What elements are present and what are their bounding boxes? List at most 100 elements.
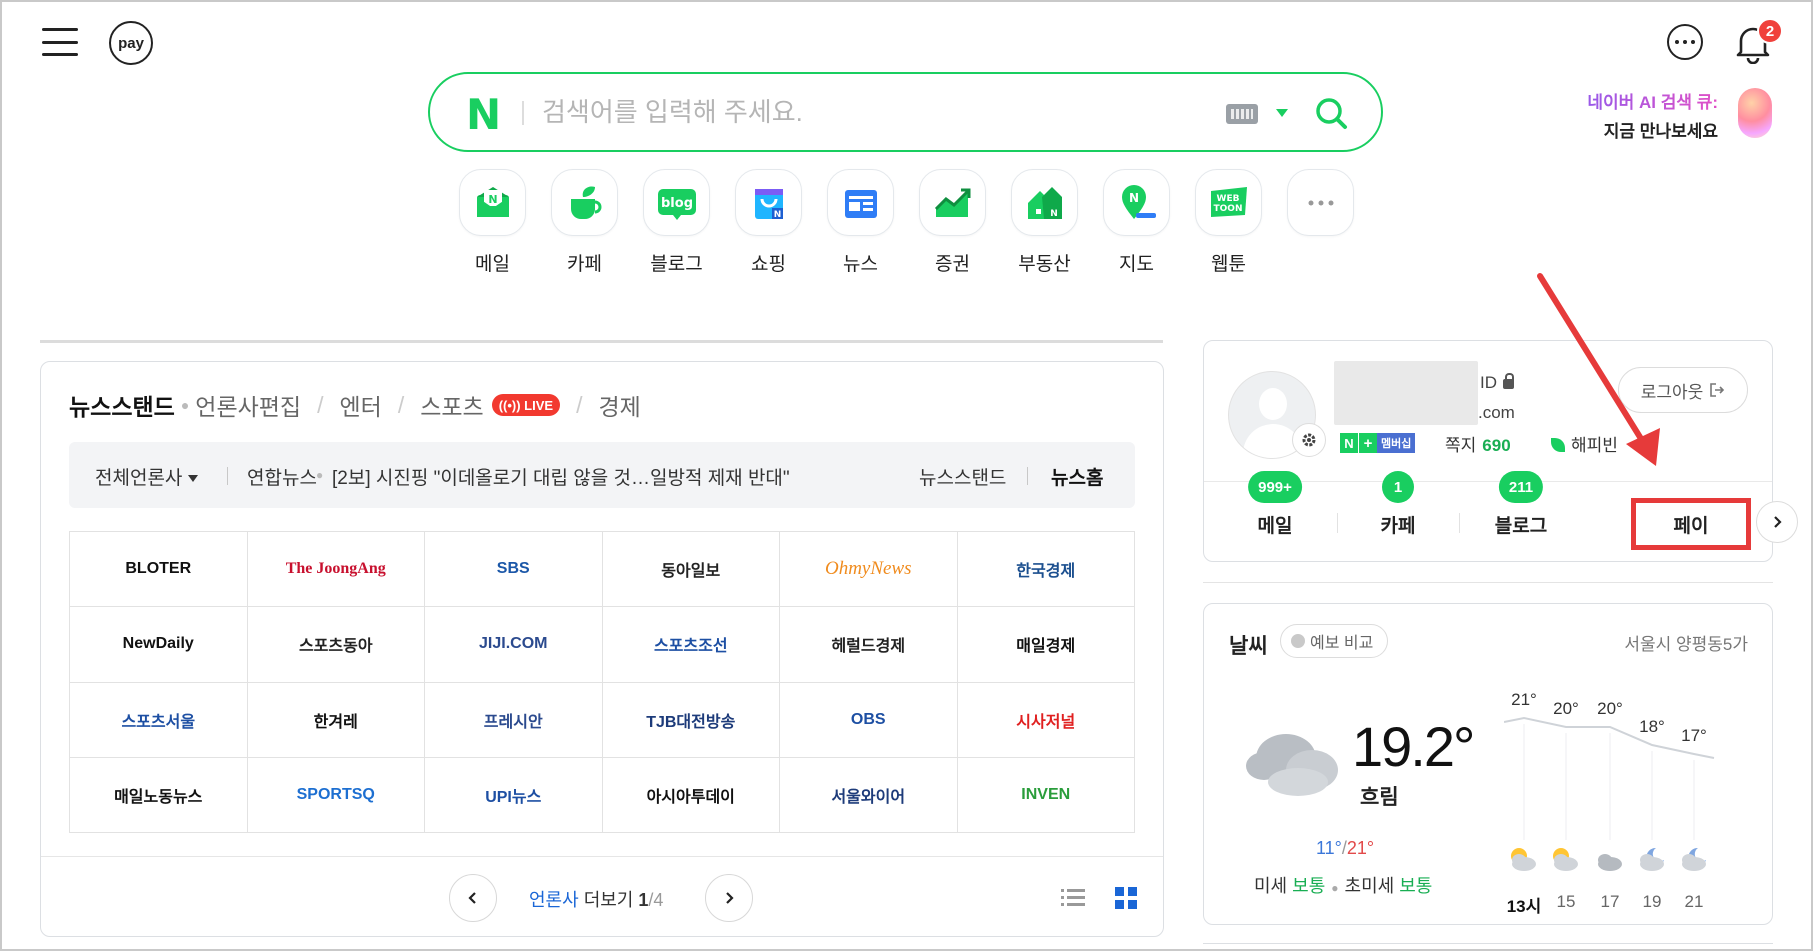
blog-count-badge: 211 [1498,471,1544,503]
press-logo[interactable]: 매일경제 [957,607,1135,683]
ai-search-promo[interactable]: 네이버 AI 검색 큐: 지금 만나보세요 [1540,88,1718,142]
search-input[interactable] [542,92,1102,132]
happybean-icon [1551,438,1565,452]
naver-plus-membership-badge[interactable]: N + 멤버십 [1340,433,1416,453]
press-more-link[interactable]: 언론사 더보기 1/4 [529,886,663,912]
weather-location[interactable]: 서울시 양평동5가 [1624,630,1748,655]
svg-text:TOON: TOON [1213,204,1242,214]
press-page-current: 1 [638,890,649,910]
press-logo[interactable]: 프레시안 [425,682,603,758]
press-logo[interactable]: 매일노동뉴스 [70,757,248,833]
mail-icon: N [459,169,526,236]
tab-press-edit[interactable]: 언론사편집 [195,388,301,422]
shortcut-shopping[interactable]: N 쇼핑 [735,169,802,276]
news-home-link[interactable]: 뉴스홈 [1051,463,1103,490]
press-logo[interactable]: 한국경제 [957,532,1135,608]
press-logo[interactable]: 서울와이어 [780,757,958,833]
press-logo[interactable]: SBS [425,532,603,608]
press-logo[interactable]: 헤럴드경제 [780,607,958,683]
dust-separator: ● [1331,881,1339,895]
forecast-compare-button[interactable]: 예보 비교 [1280,624,1389,658]
ticker-source[interactable]: 연합뉴스 [247,463,317,490]
news-icon [827,169,894,236]
next-page-button[interactable] [705,874,753,922]
all-press-dropdown[interactable]: 전체언론사 [95,463,199,490]
svg-text:N: N [1050,209,1058,219]
user-id[interactable]: ID [1480,373,1514,393]
live-badge[interactable]: ((•)) LIVE [491,394,561,416]
list-view-icon[interactable] [1061,888,1085,908]
press-logo[interactable]: 스포츠조선 [602,607,780,683]
profile-cafe-link[interactable]: 카페 [1381,511,1416,538]
shortcut-mail[interactable]: N 메일 [459,169,526,276]
press-logo[interactable]: UPI뉴스 [425,757,603,833]
naver-n-icon: N [1340,433,1358,453]
press-logo[interactable]: TJB대전방송 [602,682,780,758]
press-logo-grid: BLOTER The JoongAng SBS 동아일보 OhmyNews 한국경제 New… [69,531,1135,833]
press-logo[interactable]: INVEN [957,757,1135,833]
press-logo[interactable]: 시사저널 [957,682,1135,758]
tab-sports[interactable]: 스포츠 [420,388,483,422]
shortcut-realestate[interactable]: N 부동산 [1011,169,1078,276]
press-logo[interactable]: SPORTSQ [247,757,425,833]
notes-link[interactable]: 쪽지 690 [1445,431,1511,456]
shortcut-cafe[interactable]: 카페 [551,169,618,276]
notes-label: 쪽지 [1445,436,1477,455]
search-icon[interactable] [1312,94,1352,134]
tab-enter[interactable]: 엔터 [339,388,381,422]
news-footer-divider [41,856,1163,857]
hour-time: 13시 [1506,897,1542,916]
profile-next-button[interactable] [1756,501,1798,543]
ai-promo-title: 네이버 AI 검색 큐: [1540,88,1718,113]
shortcut-blog[interactable]: blog 블로그 [643,169,710,276]
press-logo[interactable]: BLOTER [70,532,248,608]
chat-icon[interactable] [1667,24,1703,60]
newsstand-link[interactable]: 뉴스스탠드 [919,463,1006,490]
cafe-count-badge: 1 [1382,471,1414,503]
pay-button[interactable]: pay [109,21,153,65]
gear-icon[interactable] [1292,423,1326,457]
press-logo[interactable]: The JoongAng [247,532,425,608]
ticker-separator [227,467,228,485]
search-divider [522,101,524,125]
shortcut-map[interactable]: N 지도 [1103,169,1170,276]
grid-view-icon[interactable] [1115,887,1137,909]
press-logo[interactable]: 아시아투데이 [602,757,780,833]
prev-page-button[interactable] [449,874,497,922]
ticker-headline[interactable]: [2보] 시진핑 "이데올로기 대립 않을 것…일방적 제재 반대" [332,463,790,490]
hourly-forecast[interactable]: 21° 13시 20° 15 20° 17 18° 19 17° 21 [1504,670,1754,920]
press-logo[interactable]: OhmyNews [780,532,958,608]
service-separator [1337,513,1338,533]
profile-blog-link[interactable]: 블로그 [1495,511,1547,538]
shortcut-stock[interactable]: 증권 [919,169,986,276]
press-logo[interactable]: 동아일보 [602,532,780,608]
shortcut-label: 뉴스 [843,254,878,275]
notification-badge: 2 [1757,18,1783,44]
chevron-right-icon [1774,516,1782,528]
press-logo[interactable]: OBS [780,682,958,758]
right-section-divider [1203,582,1773,583]
shortcut-news[interactable]: 뉴스 [827,169,894,276]
press-logo[interactable]: 스포츠동아 [247,607,425,683]
shortcut-more[interactable] [1287,169,1354,276]
press-logo[interactable]: JIJI.COM [425,607,603,683]
ai-orb-icon[interactable] [1738,88,1772,138]
svg-text:N: N [773,210,781,220]
logout-button[interactable]: 로그아웃 [1618,367,1748,413]
tab-economy[interactable]: 경제 [598,388,640,422]
press-logo[interactable]: 스포츠서울 [70,682,248,758]
happybean-link[interactable]: 해피빈 [1541,431,1618,456]
hour-time: 17 [1600,892,1620,911]
naver-logo[interactable]: N [466,90,501,139]
weather-title[interactable]: 날씨 [1229,630,1268,660]
chevron-right-icon [726,892,734,904]
press-logo[interactable]: 한겨레 [247,682,425,758]
profile-mail-link[interactable]: 메일 [1258,511,1293,538]
menu-icon[interactable] [42,28,78,56]
keyboard-icon[interactable] [1226,104,1258,124]
press-logo[interactable]: NewDaily [70,607,248,683]
shortcut-webtoon[interactable]: WEB TOON 웹툰 [1195,169,1262,276]
chevron-down-icon[interactable] [1276,109,1288,117]
tab-newsstand[interactable]: 뉴스스탠드 [69,388,175,422]
membership-label: 멤버십 [1377,433,1416,453]
